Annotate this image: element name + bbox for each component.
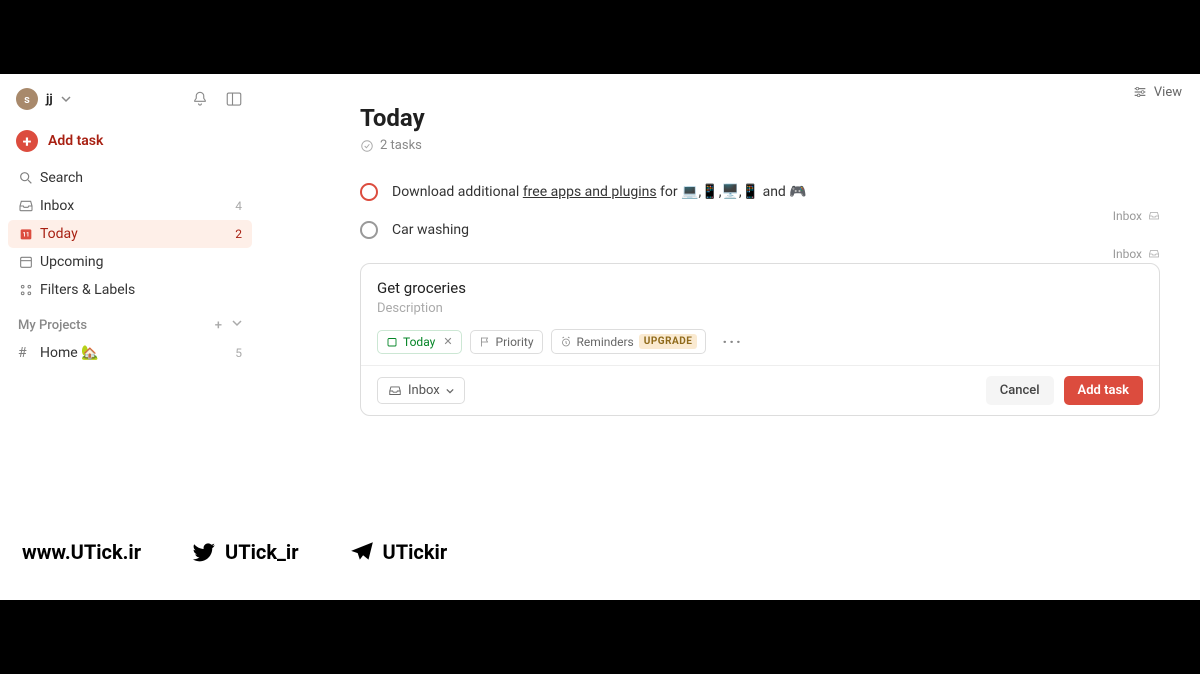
inbox-icon bbox=[388, 384, 402, 398]
task-row[interactable]: Car washing Inbox bbox=[360, 211, 1160, 249]
task-description-input[interactable]: Description bbox=[377, 301, 1143, 316]
sidebar-item-label: Today bbox=[40, 226, 235, 242]
task-link[interactable]: free apps and plugins bbox=[523, 184, 657, 200]
calendar-today-icon: 11 bbox=[18, 226, 40, 242]
bell-icon bbox=[191, 90, 209, 108]
sliders-icon bbox=[1132, 84, 1148, 100]
grid-icon bbox=[18, 282, 40, 298]
alarm-icon bbox=[560, 336, 572, 348]
twitter-icon bbox=[191, 539, 217, 565]
section-title: My Projects bbox=[18, 318, 87, 333]
task-row[interactable]: Download additional free apps and plugin… bbox=[360, 173, 1160, 211]
main-content: View Today 2 tasks Download additional f… bbox=[260, 74, 1200, 504]
task-project-label[interactable]: Inbox bbox=[1113, 247, 1160, 261]
task-editor: Description Today ✕ Priority Reminders bbox=[360, 263, 1160, 416]
task-count-text: 2 tasks bbox=[380, 138, 422, 153]
sidebar-section-projects[interactable]: My Projects + bbox=[8, 304, 252, 339]
avatar: s bbox=[16, 88, 38, 110]
sidebar-item-label: Search bbox=[40, 170, 242, 186]
sidebar-item-upcoming[interactable]: Upcoming bbox=[8, 248, 252, 276]
reminders-chip[interactable]: Reminders UPGRADE bbox=[551, 329, 707, 354]
sidebar-toggle-button[interactable] bbox=[224, 89, 244, 109]
add-project-button[interactable]: + bbox=[215, 318, 222, 333]
chevron-down-icon bbox=[446, 387, 454, 395]
view-button[interactable]: View bbox=[1132, 84, 1182, 100]
page-title: Today bbox=[360, 104, 1160, 132]
sidebar-item-label: Home 🏡 bbox=[40, 345, 235, 361]
sidebar-item-label: Inbox bbox=[40, 198, 235, 214]
website-link[interactable]: www.UTick.ir bbox=[22, 540, 141, 564]
task-checkbox[interactable] bbox=[360, 183, 378, 201]
due-date-chip[interactable]: Today ✕ bbox=[377, 330, 462, 354]
footer-branding: www.UTick.ir UTick_ir UTickir bbox=[0, 504, 1200, 600]
sidebar-item-count: 4 bbox=[235, 199, 242, 213]
notifications-button[interactable] bbox=[190, 89, 210, 109]
svg-text:11: 11 bbox=[23, 232, 30, 239]
calendar-icon bbox=[386, 336, 398, 348]
telegram-link[interactable]: UTickir bbox=[349, 539, 448, 565]
upgrade-badge: UPGRADE bbox=[639, 334, 698, 349]
user-menu[interactable]: s jj bbox=[16, 88, 71, 110]
sidebar-item-label: Filters & Labels bbox=[40, 282, 242, 298]
sidebar-item-count: 5 bbox=[235, 346, 242, 360]
task-count: 2 tasks bbox=[360, 138, 1160, 153]
sidebar: s jj + Add task Search Inbox bbox=[0, 74, 260, 504]
sidebar-item-search[interactable]: Search bbox=[8, 164, 252, 192]
plus-circle-icon: + bbox=[16, 130, 38, 152]
sidebar-item-today[interactable]: 11 Today 2 bbox=[8, 220, 252, 248]
search-icon bbox=[18, 170, 40, 186]
sidebar-item-label: Upcoming bbox=[40, 254, 242, 270]
project-selector[interactable]: Inbox bbox=[377, 377, 465, 404]
task-title: Car washing bbox=[392, 222, 469, 238]
inbox-icon bbox=[1148, 248, 1160, 260]
task-title: Download additional free apps and plugin… bbox=[392, 184, 807, 200]
add-task-submit-button[interactable]: Add task bbox=[1064, 376, 1143, 405]
cancel-button[interactable]: Cancel bbox=[986, 376, 1054, 405]
add-task-button[interactable]: + Add task bbox=[8, 124, 252, 158]
sidebar-item-count: 2 bbox=[235, 227, 242, 241]
add-task-label: Add task bbox=[48, 133, 103, 149]
check-circle-icon bbox=[360, 139, 374, 153]
task-checkbox[interactable] bbox=[360, 221, 378, 239]
flag-icon bbox=[479, 336, 491, 348]
view-label: View bbox=[1154, 85, 1182, 100]
task-title-input[interactable] bbox=[377, 279, 1143, 297]
chevron-down-icon[interactable] bbox=[232, 318, 242, 328]
sidebar-item-inbox[interactable]: Inbox 4 bbox=[8, 192, 252, 220]
hash-icon: # bbox=[18, 345, 40, 361]
panel-icon bbox=[225, 90, 243, 108]
twitter-link[interactable]: UTick_ir bbox=[191, 539, 299, 565]
chevron-down-icon bbox=[61, 94, 71, 104]
username-label: jj bbox=[46, 92, 53, 107]
calendar-icon bbox=[18, 254, 40, 270]
sidebar-project-home[interactable]: # Home 🏡 5 bbox=[8, 339, 252, 367]
telegram-icon bbox=[349, 539, 375, 565]
inbox-icon bbox=[18, 198, 40, 214]
remove-date-button[interactable]: ✕ bbox=[443, 335, 452, 348]
more-options-button[interactable]: ··· bbox=[714, 328, 750, 355]
priority-chip[interactable]: Priority bbox=[470, 330, 543, 354]
sidebar-item-filters[interactable]: Filters & Labels bbox=[8, 276, 252, 304]
